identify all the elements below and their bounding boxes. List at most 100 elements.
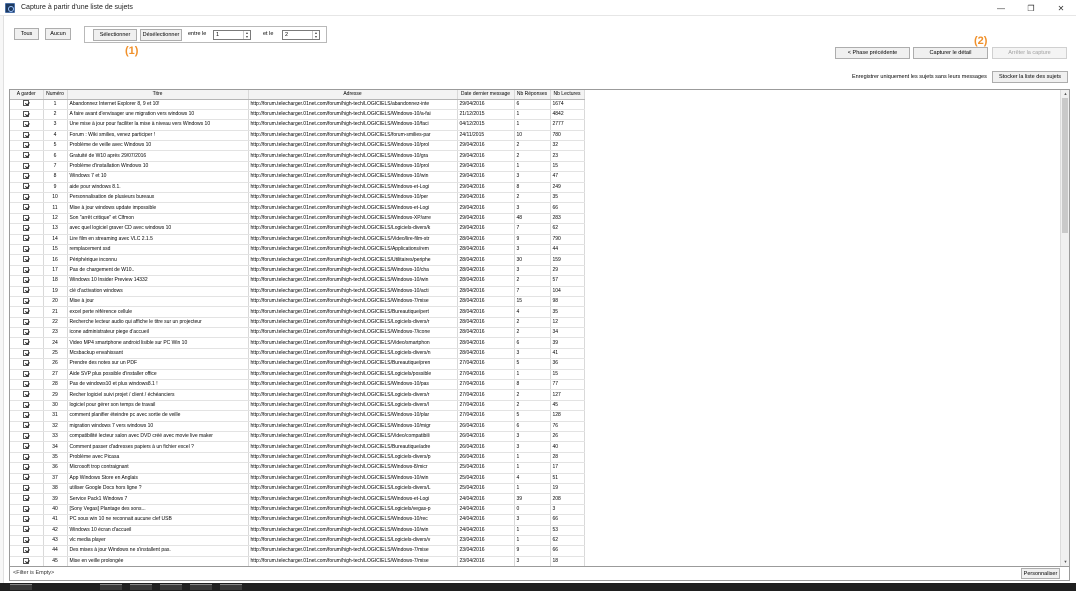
keep-checkbox-cell[interactable] (10, 192, 44, 204)
keep-checkbox[interactable] (23, 505, 30, 512)
keep-checkbox[interactable] (23, 432, 30, 439)
scrollbar-thumb[interactable] (1062, 98, 1068, 233)
select-none-button[interactable]: Aucun (45, 28, 71, 40)
table-row[interactable]: 32 migration windows 7 vers windows 10 htt… (10, 421, 585, 433)
subjects-grid[interactable]: A garder Numéro Titre Adresse Date dernier m… (9, 89, 1070, 567)
keep-checkbox[interactable] (23, 526, 30, 533)
taskbar-item[interactable] (10, 584, 32, 590)
keep-checkbox-cell[interactable] (10, 514, 44, 526)
taskbar-item[interactable] (220, 584, 242, 590)
keep-checkbox[interactable] (23, 110, 30, 117)
table-row[interactable]: 44 Des mises à jour Windows ne s'installe… (10, 545, 585, 557)
keep-checkbox-cell[interactable] (10, 140, 44, 152)
keep-checkbox-cell[interactable] (10, 317, 44, 329)
keep-checkbox-cell[interactable] (10, 556, 44, 566)
keep-checkbox[interactable] (23, 121, 30, 128)
keep-checkbox[interactable] (23, 225, 30, 232)
keep-checkbox-cell[interactable] (10, 275, 44, 287)
keep-checkbox-cell[interactable] (10, 441, 44, 453)
keep-checkbox[interactable] (23, 443, 30, 450)
keep-checkbox-cell[interactable] (10, 306, 44, 318)
keep-checkbox[interactable] (23, 204, 30, 211)
keep-checkbox-cell[interactable] (10, 410, 44, 422)
keep-checkbox-cell[interactable] (10, 265, 44, 277)
keep-checkbox-cell[interactable] (10, 130, 44, 142)
table-row[interactable]: 29 Recher logiciel suivi projet / client … (10, 389, 585, 401)
store-subject-list-button[interactable]: Stocker la liste des sujets (992, 71, 1068, 83)
col-keep-header[interactable]: A garder (10, 90, 44, 100)
keep-checkbox-cell[interactable] (10, 99, 44, 110)
keep-checkbox[interactable] (23, 536, 30, 543)
capture-detail-button[interactable]: Capturer le détail (913, 47, 988, 59)
keep-checkbox-cell[interactable] (10, 358, 44, 370)
keep-checkbox[interactable] (23, 245, 30, 252)
keep-checkbox[interactable] (23, 391, 30, 398)
range-to-spinner[interactable]: 2 ▲ ▼ (282, 30, 320, 40)
keep-checkbox-cell[interactable] (10, 369, 44, 381)
table-row[interactable]: 17 Pas de chargement de W10.. http://forum… (10, 265, 585, 277)
table-row[interactable]: 18 Windows 10 Insider Preview 14332 http:/… (10, 275, 585, 287)
keep-checkbox[interactable] (23, 412, 30, 419)
table-row[interactable]: 26 Prendre des notes sur un PDF http://for… (10, 358, 585, 370)
vertical-scrollbar[interactable]: ▲ ▼ (1060, 90, 1069, 566)
keep-checkbox-cell[interactable] (10, 348, 44, 360)
table-row[interactable]: 9 aide pour windows 8.1. http://forum.tele… (10, 182, 585, 194)
keep-checkbox-cell[interactable] (10, 535, 44, 547)
keep-checkbox[interactable] (23, 339, 30, 346)
table-row[interactable]: 33 compatibilité lecteur salon avec DVD c… (10, 431, 585, 443)
keep-checkbox[interactable] (23, 256, 30, 263)
table-row[interactable]: 7 Problème d'installation Windows 10 http:… (10, 161, 585, 173)
table-row[interactable]: 5 Problème de veille avec Windows 10 http:… (10, 140, 585, 152)
keep-checkbox[interactable] (23, 297, 30, 304)
table-row[interactable]: 31 comment planifier éteindre pc avec sor… (10, 410, 585, 422)
close-button[interactable]: ✕ (1046, 0, 1076, 16)
keep-checkbox-cell[interactable] (10, 223, 44, 235)
select-all-button[interactable]: Tous (14, 28, 39, 40)
table-row[interactable]: 27 Aide SVP plus possible d'installer off… (10, 369, 585, 381)
keep-checkbox-cell[interactable] (10, 254, 44, 266)
table-row[interactable]: 42 Windows 10 écran d'accueil http://forum… (10, 525, 585, 536)
table-row[interactable]: 14 Lire film en streaming avec VLC 2.1.5 h… (10, 234, 585, 245)
keep-checkbox[interactable] (23, 515, 30, 522)
keep-checkbox[interactable] (23, 100, 30, 107)
keep-checkbox-cell[interactable] (10, 483, 44, 495)
spinner-arrows-icon[interactable]: ▲ ▼ (312, 31, 319, 39)
keep-checkbox[interactable] (23, 193, 30, 200)
keep-checkbox-cell[interactable] (10, 545, 44, 557)
table-row[interactable]: 40 [Sony Vegas] Plantage des sons... http:… (10, 504, 585, 516)
keep-checkbox-cell[interactable] (10, 182, 44, 194)
keep-checkbox[interactable] (23, 484, 30, 491)
keep-checkbox[interactable] (23, 370, 30, 377)
keep-checkbox[interactable] (23, 360, 30, 367)
stop-capture-button[interactable]: Arrêter la capture (992, 47, 1067, 59)
keep-checkbox-cell[interactable] (10, 244, 44, 256)
keep-checkbox-cell[interactable] (10, 119, 44, 131)
keep-checkbox[interactable] (23, 235, 30, 242)
maximize-button[interactable]: ❐ (1016, 0, 1046, 16)
keep-checkbox[interactable] (23, 287, 30, 294)
keep-checkbox[interactable] (23, 401, 30, 408)
keep-checkbox[interactable] (23, 266, 30, 273)
keep-checkbox-cell[interactable] (10, 150, 44, 162)
table-row[interactable]: 13 avec quel logiciel graver CD avec wind… (10, 223, 585, 235)
table-row[interactable]: 23 icone administrateur piege d'accueil ht… (10, 327, 585, 339)
keep-checkbox[interactable] (23, 547, 30, 554)
table-row[interactable]: 8 Windows 7 et 10 http://forum.telecharger… (10, 171, 585, 183)
table-row[interactable]: 10 Personnalisation de plusieurs bureaux h… (10, 192, 585, 204)
keep-checkbox-cell[interactable] (10, 504, 44, 516)
table-row[interactable]: 16 Périphérique inconnu http://forum.telec… (10, 254, 585, 266)
keep-checkbox[interactable] (23, 131, 30, 138)
table-row[interactable]: 43 vlc media player http://forum.telecharg… (10, 535, 585, 547)
keep-checkbox[interactable] (23, 214, 30, 221)
keep-checkbox-cell[interactable] (10, 431, 44, 443)
range-from-spinner[interactable]: 1 ▲ ▼ (213, 30, 251, 40)
keep-checkbox-cell[interactable] (10, 327, 44, 339)
table-row[interactable]: 1 Abandonnez Internet Explorer 8, 9 et 10… (10, 99, 585, 110)
keep-checkbox-cell[interactable] (10, 202, 44, 214)
keep-checkbox[interactable] (23, 380, 30, 387)
keep-checkbox[interactable] (23, 328, 30, 335)
customize-button[interactable]: Personnaliser (1021, 568, 1060, 579)
table-row[interactable]: 12 Son "arrêt critique" et Clfmon http://f… (10, 213, 585, 225)
table-row[interactable]: 19 clé d'activation windows http://forum.t… (10, 286, 585, 297)
minimize-button[interactable]: — (986, 0, 1016, 16)
